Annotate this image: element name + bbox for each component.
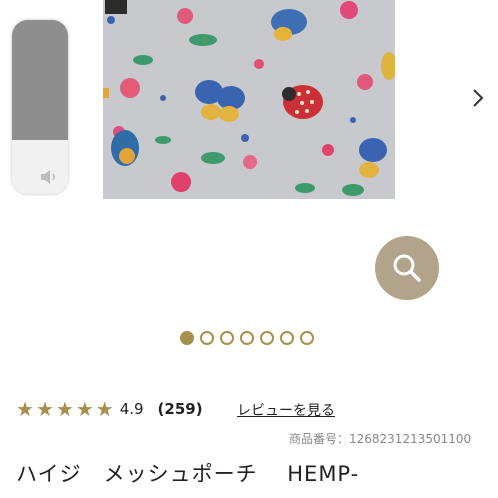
pager-dot[interactable] [240,331,254,345]
product-number: 商品番号：1268231213501100 [289,432,472,446]
product-title: ハイジ メッシュポーチ HEMP- [16,462,360,486]
volume-track [12,20,68,140]
pager-dot[interactable] [280,331,294,345]
pager-dot[interactable] [180,331,194,345]
pager-dot[interactable] [200,331,214,345]
rating-row: ★ ★ ★ ★ ★ 4.9 (259) [16,396,203,422]
star-icon: ★ [55,397,74,421]
magnifier-icon [393,254,421,282]
volume-indicator [12,20,68,194]
pager-dot[interactable] [300,331,314,345]
speaker-icon [41,170,55,184]
rating-value: 4.9 [119,400,144,418]
pager-dot[interactable] [220,331,234,345]
zoom-button[interactable] [375,236,439,300]
product-image[interactable] [103,0,395,199]
star-icon: ★ [75,397,94,421]
image-pager [180,331,314,351]
next-image-button[interactable] [466,86,490,110]
star-icon: ★ [16,397,34,421]
star-icon: ★ [95,397,114,421]
review-count: (259) [157,400,203,418]
star-icon: ★ [35,397,54,421]
chevron-right-icon [473,89,484,107]
pager-dot[interactable] [260,331,274,345]
review-link[interactable]: レビューを見る [237,400,335,420]
